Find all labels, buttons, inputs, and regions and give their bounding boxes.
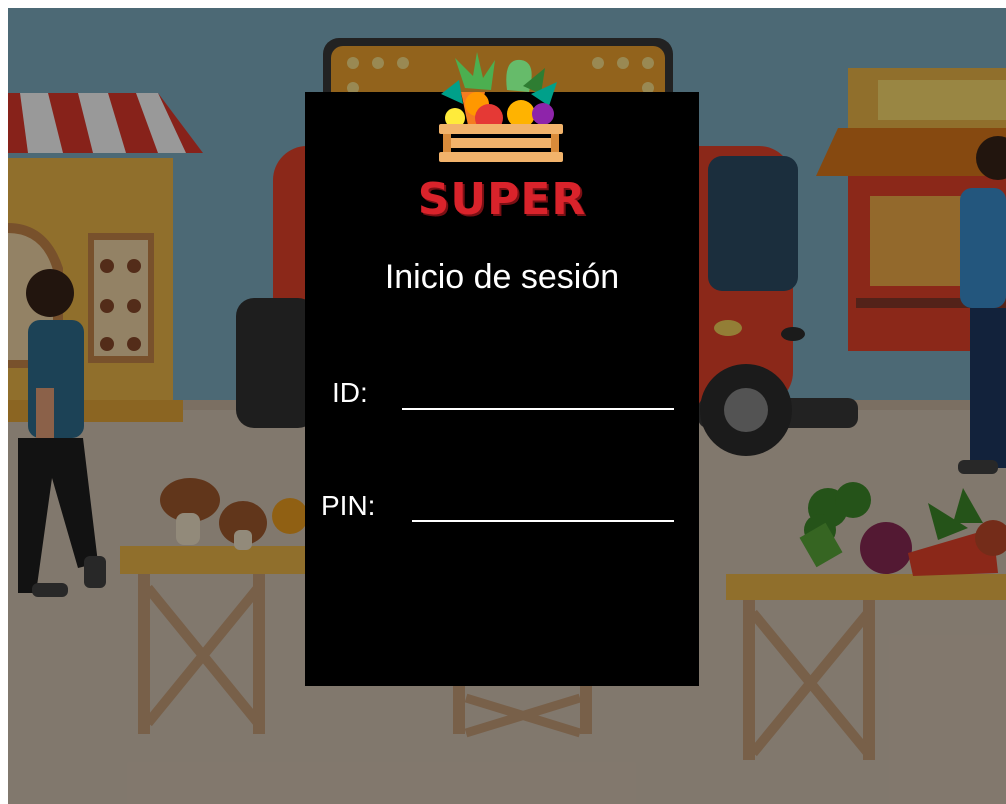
- pin-input[interactable]: [412, 492, 674, 522]
- vegetable-crate-icon: [439, 52, 563, 162]
- id-input[interactable]: [402, 380, 674, 410]
- login-panel: SUPER Inicio de sesión ID: PIN:: [305, 52, 699, 686]
- login-screen: SUPER Inicio de sesión ID: PIN:: [8, 8, 1006, 804]
- pin-label: PIN:: [321, 490, 376, 521]
- id-label: ID:: [332, 377, 368, 408]
- brand-title: SUPER: [417, 174, 587, 225]
- login-title: Inicio de sesión: [384, 258, 620, 296]
